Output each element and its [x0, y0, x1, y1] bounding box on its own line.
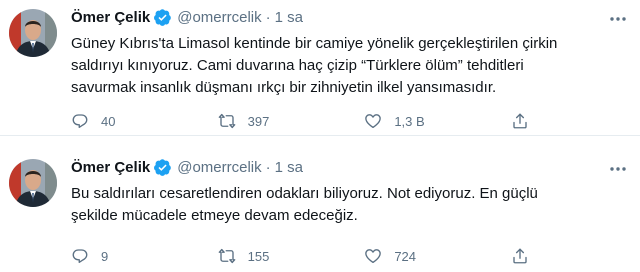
tweet-header: Ömer Çelik @omerrcelik · 1 sa: [71, 8, 303, 27]
retweet-button[interactable]: 397: [218, 112, 308, 130]
more-options-icon[interactable]: [608, 160, 628, 178]
author-name[interactable]: Ömer Çelik: [71, 159, 150, 176]
share-icon: [513, 113, 527, 129]
verified-badge-icon: [154, 9, 172, 26]
tweet-text-line: savurmak insanlık düşmanı ırkçı bir zihn…: [71, 79, 497, 96]
tweet[interactable]: Ömer Çelik @omerrcelik · 1 sa Bu saldırı…: [0, 135, 640, 270]
share-button[interactable]: [511, 112, 541, 130]
tweet-actions: 9 155 724: [71, 247, 541, 265]
author-name[interactable]: Ömer Çelik: [71, 9, 150, 26]
tweet-actions: 40 397 1,3 B: [71, 112, 541, 130]
retweet-icon: [218, 113, 235, 129]
like-button[interactable]: 724: [364, 247, 454, 265]
tweet-text-line: şekilde mücadele etmeye devam edeceğiz.: [71, 207, 358, 224]
reply-icon: [72, 114, 88, 129]
like-button[interactable]: 1,3 B: [364, 112, 454, 130]
reply-count: 40: [101, 113, 116, 129]
heart-icon: [365, 249, 382, 264]
reply-icon: [72, 249, 88, 264]
retweet-count: 155: [247, 248, 270, 264]
timestamp[interactable]: 1 sa: [275, 9, 303, 26]
retweet-icon: [218, 248, 235, 264]
retweet-button[interactable]: 155: [218, 247, 308, 265]
tweet-text-line: Bu saldırıları cesaretlendiren odakları …: [71, 185, 538, 202]
heart-icon: [365, 114, 382, 129]
author-handle[interactable]: @omerrcelik: [177, 159, 261, 176]
separator-dot: ·: [265, 9, 271, 26]
reply-button[interactable]: 40: [71, 112, 161, 130]
separator-dot: ·: [265, 159, 271, 176]
like-count: 1,3 B: [394, 113, 425, 129]
more-options-icon[interactable]: [608, 10, 628, 28]
like-count: 724: [394, 248, 417, 264]
tweet[interactable]: Ömer Çelik @omerrcelik · 1 sa Güney Kıbr…: [0, 0, 640, 135]
avatar[interactable]: [9, 9, 57, 57]
timestamp[interactable]: 1 sa: [275, 159, 303, 176]
tweet-text-line: saldırıyı kınıyoruz. Cami duvarına haç ç…: [71, 57, 524, 74]
avatar[interactable]: [9, 159, 57, 207]
reply-count: 9: [101, 248, 109, 264]
verified-badge-icon: [154, 159, 172, 176]
tweet-text: Bu saldırıları cesaretlendiren odakları …: [71, 183, 631, 227]
tweet-text: Güney Kıbrıs'ta Limasol kentinde bir cam…: [71, 33, 631, 99]
author-handle[interactable]: @omerrcelik: [177, 9, 261, 26]
share-button[interactable]: [511, 247, 541, 265]
tweet-header: Ömer Çelik @omerrcelik · 1 sa: [71, 158, 303, 177]
share-icon: [513, 248, 527, 264]
tweet-text-line: Güney Kıbrıs'ta Limasol kentinde bir cam…: [71, 35, 558, 52]
retweet-count: 397: [247, 113, 270, 129]
reply-button[interactable]: 9: [71, 247, 161, 265]
